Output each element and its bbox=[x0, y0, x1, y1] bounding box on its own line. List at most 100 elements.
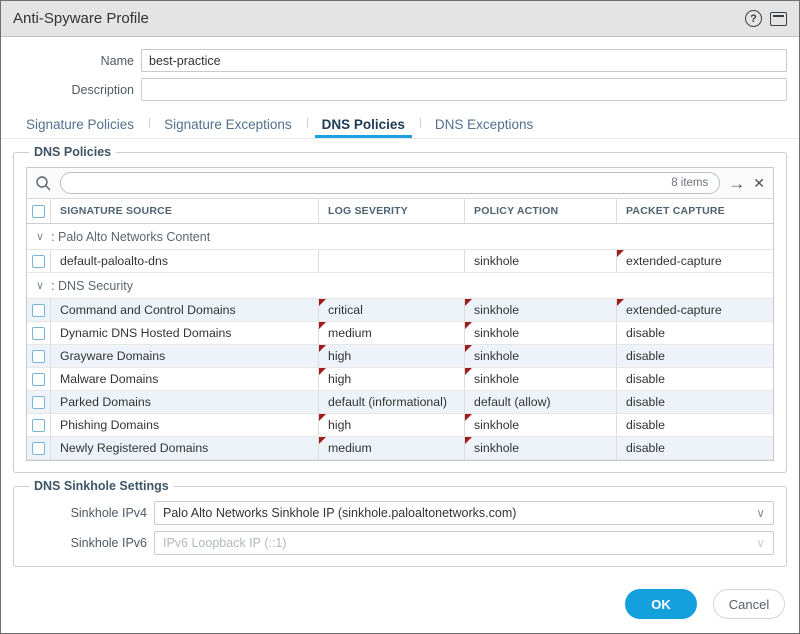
tab-signature-exceptions[interactable]: Signature Exceptions bbox=[149, 111, 307, 138]
cell-policy-action: sinkhole bbox=[465, 345, 617, 367]
table-row[interactable]: Phishing Domainshighsinkholedisable bbox=[27, 414, 773, 437]
override-flag-icon bbox=[319, 322, 326, 329]
clear-filter-icon[interactable]: ✕ bbox=[753, 176, 765, 190]
row-checkbox[interactable] bbox=[32, 350, 45, 363]
row-checkbox[interactable] bbox=[32, 304, 45, 317]
dns-policies-table: 8 items → ✕ SIGNATURE SOURCE LOG SEVERIT… bbox=[26, 167, 774, 461]
cell-log-severity: medium bbox=[319, 437, 465, 459]
column-header-packet-capture[interactable]: PACKET CAPTURE bbox=[617, 199, 773, 223]
column-header-policy-action[interactable]: POLICY ACTION bbox=[465, 199, 617, 223]
cell-packet-capture: disable bbox=[617, 391, 773, 413]
tab-dns-exceptions[interactable]: DNS Exceptions bbox=[420, 111, 548, 138]
sinkhole-ipv4-label: Sinkhole IPv4 bbox=[26, 506, 154, 520]
tab-dns-policies[interactable]: DNS Policies bbox=[307, 111, 420, 138]
cell-signature-source: Grayware Domains bbox=[51, 345, 319, 367]
select-all-checkbox[interactable] bbox=[32, 205, 45, 218]
override-flag-icon bbox=[617, 250, 624, 257]
chevron-down-icon: ∨ bbox=[756, 536, 765, 550]
dialog-footer: OK Cancel bbox=[1, 589, 799, 633]
override-flag-icon bbox=[617, 299, 624, 306]
cell-signature-source: Newly Registered Domains bbox=[51, 437, 319, 459]
sinkhole-ipv4-row: Sinkhole IPv4 Palo Alto Networks Sinkhol… bbox=[26, 501, 774, 525]
cell-signature-source: default-paloalto-dns bbox=[51, 250, 319, 272]
items-count-badge: 8 items bbox=[671, 177, 708, 189]
row-checkbox[interactable] bbox=[32, 373, 45, 386]
sinkhole-ipv4-value: Palo Alto Networks Sinkhole IP (sinkhole… bbox=[163, 506, 516, 520]
cell-log-severity: high bbox=[319, 414, 465, 436]
cell-policy-action: sinkhole bbox=[465, 250, 617, 272]
table-row[interactable]: Command and Control Domainscriticalsinkh… bbox=[27, 299, 773, 322]
override-flag-icon bbox=[465, 299, 472, 306]
override-flag-icon bbox=[319, 345, 326, 352]
dns-policies-table-body: ∨ Palo Alto Networks Content default-paloa… bbox=[27, 224, 773, 460]
page-title: Anti-Spyware Profile bbox=[13, 10, 149, 27]
override-flag-icon bbox=[319, 414, 326, 421]
cell-policy-action: sinkhole bbox=[465, 299, 617, 321]
tab-signature-policies[interactable]: Signature Policies bbox=[11, 111, 149, 138]
ok-button[interactable]: OK bbox=[625, 589, 697, 619]
name-row: Name bbox=[13, 49, 787, 72]
cell-log-severity: high bbox=[319, 345, 465, 367]
cell-packet-capture: disable bbox=[617, 437, 773, 459]
profile-form: Name Description bbox=[1, 37, 799, 111]
group-name: DNS Security bbox=[51, 279, 133, 293]
override-flag-icon bbox=[319, 368, 326, 375]
help-icon[interactable]: ? bbox=[745, 10, 762, 27]
cell-packet-capture: disable bbox=[617, 368, 773, 390]
chevron-down-icon[interactable]: ∨ bbox=[36, 230, 44, 243]
cancel-button[interactable]: Cancel bbox=[713, 589, 785, 619]
sinkhole-ipv6-row: Sinkhole IPv6 IPv6 Loopback IP (::1) ∨ bbox=[26, 531, 774, 555]
table-row[interactable]: Malware Domainshighsinkholedisable bbox=[27, 368, 773, 391]
override-flag-icon bbox=[319, 437, 326, 444]
apply-filter-icon[interactable]: → bbox=[728, 175, 745, 192]
table-row[interactable]: Parked Domainsdefault (informational)def… bbox=[27, 391, 773, 414]
cell-log-severity: critical bbox=[319, 299, 465, 321]
row-checkbox[interactable] bbox=[32, 419, 45, 432]
override-flag-icon bbox=[465, 414, 472, 421]
cell-policy-action: sinkhole bbox=[465, 368, 617, 390]
cell-signature-source: Parked Domains bbox=[51, 391, 319, 413]
override-flag-icon bbox=[465, 437, 472, 444]
search-icon bbox=[35, 175, 52, 192]
dns-sinkhole-settings-section: DNS Sinkhole Settings Sinkhole IPv4 Palo… bbox=[13, 479, 787, 567]
table-row[interactable]: default-paloalto-dns sinkholeextended-cap… bbox=[27, 250, 773, 273]
override-flag-icon bbox=[465, 368, 472, 375]
description-input[interactable] bbox=[141, 78, 787, 101]
search-input[interactable]: 8 items bbox=[60, 172, 720, 194]
description-label: Description bbox=[13, 83, 141, 97]
column-header-log-severity[interactable]: LOG SEVERITY bbox=[319, 199, 465, 223]
row-checkbox[interactable] bbox=[32, 327, 45, 340]
cell-packet-capture: extended-capture bbox=[617, 299, 773, 321]
cell-signature-source: Dynamic DNS Hosted Domains bbox=[51, 322, 319, 344]
row-checkbox[interactable] bbox=[32, 255, 45, 268]
cell-signature-source: Malware Domains bbox=[51, 368, 319, 390]
dns-sinkhole-settings-legend: DNS Sinkhole Settings bbox=[29, 479, 174, 493]
override-flag-icon bbox=[465, 322, 472, 329]
maximize-icon[interactable] bbox=[770, 12, 787, 26]
name-input[interactable] bbox=[141, 49, 787, 72]
tab-bar: Signature Policies Signature Exceptions … bbox=[1, 111, 799, 139]
description-row: Description bbox=[13, 78, 787, 101]
table-row[interactable]: Grayware Domainshighsinkholedisable bbox=[27, 345, 773, 368]
override-flag-icon bbox=[465, 345, 472, 352]
group-row[interactable]: ∨ DNS Security bbox=[27, 273, 773, 299]
sinkhole-ipv4-select[interactable]: Palo Alto Networks Sinkhole IP (sinkhole… bbox=[154, 501, 774, 525]
sinkhole-ipv6-select: IPv6 Loopback IP (::1) ∨ bbox=[154, 531, 774, 555]
table-header: SIGNATURE SOURCE LOG SEVERITY POLICY ACT… bbox=[27, 199, 773, 224]
dns-policies-section: DNS Policies 8 items → ✕ SIGNATURE SOURC… bbox=[13, 145, 787, 473]
column-header-signature-source[interactable]: SIGNATURE SOURCE bbox=[51, 199, 319, 223]
group-name: Palo Alto Networks Content bbox=[51, 230, 210, 244]
table-toolbar: 8 items → ✕ bbox=[27, 168, 773, 199]
row-checkbox[interactable] bbox=[32, 396, 45, 409]
override-flag-icon bbox=[319, 299, 326, 306]
chevron-down-icon[interactable]: ∨ bbox=[36, 279, 44, 292]
cell-log-severity: high bbox=[319, 368, 465, 390]
dns-policies-legend: DNS Policies bbox=[29, 145, 116, 159]
group-row[interactable]: ∨ Palo Alto Networks Content bbox=[27, 224, 773, 250]
table-row[interactable]: Dynamic DNS Hosted Domainsmediumsinkhole… bbox=[27, 322, 773, 345]
cell-policy-action: sinkhole bbox=[465, 414, 617, 436]
table-row[interactable]: Newly Registered Domainsmediumsinkholedi… bbox=[27, 437, 773, 460]
row-checkbox[interactable] bbox=[32, 442, 45, 455]
cell-packet-capture: disable bbox=[617, 414, 773, 436]
cell-packet-capture: extended-capture bbox=[617, 250, 773, 272]
